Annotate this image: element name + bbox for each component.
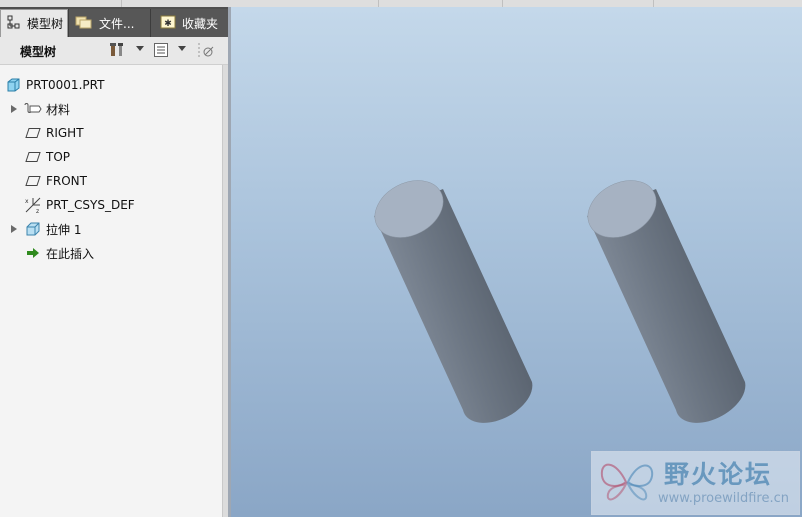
tree-item-extrude[interactable]: 拉伸 1 — [0, 219, 222, 239]
settings-tools-icon[interactable] — [107, 41, 127, 59]
tab-model-tree[interactable]: 模型树 — [0, 9, 68, 37]
tree-item-label: 拉伸 1 — [46, 222, 82, 237]
tree-item-csys[interactable]: xz PRT_CSYS_DEF — [0, 195, 222, 215]
top-strip-separator — [653, 0, 654, 7]
graphics-viewport[interactable] — [231, 7, 802, 517]
top-strip-separator — [378, 0, 379, 7]
tree-item-label: 在此插入 — [46, 246, 95, 261]
svg-text:x: x — [25, 198, 29, 205]
expand-arrow-icon[interactable] — [11, 225, 17, 233]
show-columns-icon[interactable] — [151, 41, 171, 59]
model-tree: PRT0001.PRT 材料 RIGHT TOP FRONT x z PRT_C… — [0, 65, 222, 517]
tab-file-browser[interactable]: 文件... — [68, 9, 150, 37]
expand-arrow-icon[interactable] — [11, 105, 17, 113]
navigator-tabs: 模型树 文件... ✱ 收藏夹 — [0, 7, 228, 37]
part-icon — [4, 76, 22, 94]
tree-item-front-plane[interactable]: FRONT — [0, 171, 222, 191]
tab-favorites[interactable]: ✱ 收藏夹 — [150, 9, 228, 37]
material-icon — [24, 100, 42, 118]
tree-item-label: TOP — [46, 150, 71, 164]
cylinder-right[interactable] — [578, 169, 746, 423]
chevron-down-icon[interactable] — [178, 46, 186, 51]
datum-plane-icon — [24, 172, 42, 190]
tree-item-material[interactable]: 材料 — [0, 99, 222, 119]
tab-label: 收藏夹 — [182, 16, 219, 31]
tree-root-item[interactable]: PRT0001.PRT — [0, 75, 222, 95]
filter-icon[interactable] — [197, 41, 217, 59]
top-strip-separator — [502, 0, 503, 7]
favorites-icon: ✱ — [160, 15, 176, 32]
navigator-panel: 模型树 文件... ✱ 收藏夹 模型树 PRT0001.PRT 材料 RIGHT… — [0, 7, 229, 517]
insert-here-arrow-icon — [24, 244, 42, 262]
model-tree-title: 模型树 — [20, 45, 57, 59]
tree-item-insert-here[interactable]: 在此插入 — [0, 243, 222, 263]
watermark-title: 野火论坛 — [664, 460, 773, 489]
chevron-down-icon[interactable] — [136, 46, 144, 51]
tree-item-label: 材料 — [46, 102, 71, 117]
watermark-url: www.proewildfire.cn — [658, 491, 789, 506]
forum-watermark: 野火论坛 www.proewildfire.cn — [591, 451, 800, 515]
tree-item-label: FRONT — [46, 174, 87, 188]
folder-icon — [75, 15, 93, 32]
cylinder-left[interactable] — [365, 169, 533, 423]
tree-item-label: PRT0001.PRT — [26, 78, 105, 92]
coordinate-system-icon: xz — [24, 196, 42, 214]
top-strip-separator — [121, 0, 122, 7]
tree-item-label: RIGHT — [46, 126, 84, 140]
tree-item-right-plane[interactable]: RIGHT — [0, 123, 222, 143]
tab-label: 文件... — [99, 16, 135, 31]
viewport-canvas — [365, 169, 746, 423]
tree-item-top-plane[interactable]: TOP — [0, 147, 222, 167]
tab-label: 模型树 — [27, 17, 64, 31]
model-tree-toolbar: 模型树 — [0, 37, 228, 65]
datum-plane-icon — [24, 148, 42, 166]
tree-item-label: PRT_CSYS_DEF — [46, 198, 135, 212]
svg-text:✱: ✱ — [164, 19, 172, 29]
butterfly-logo-icon — [600, 463, 654, 501]
model-tree-icon — [7, 15, 21, 32]
extrude-icon — [24, 220, 42, 238]
datum-plane-icon — [24, 124, 42, 142]
svg-text:z: z — [36, 208, 39, 214]
